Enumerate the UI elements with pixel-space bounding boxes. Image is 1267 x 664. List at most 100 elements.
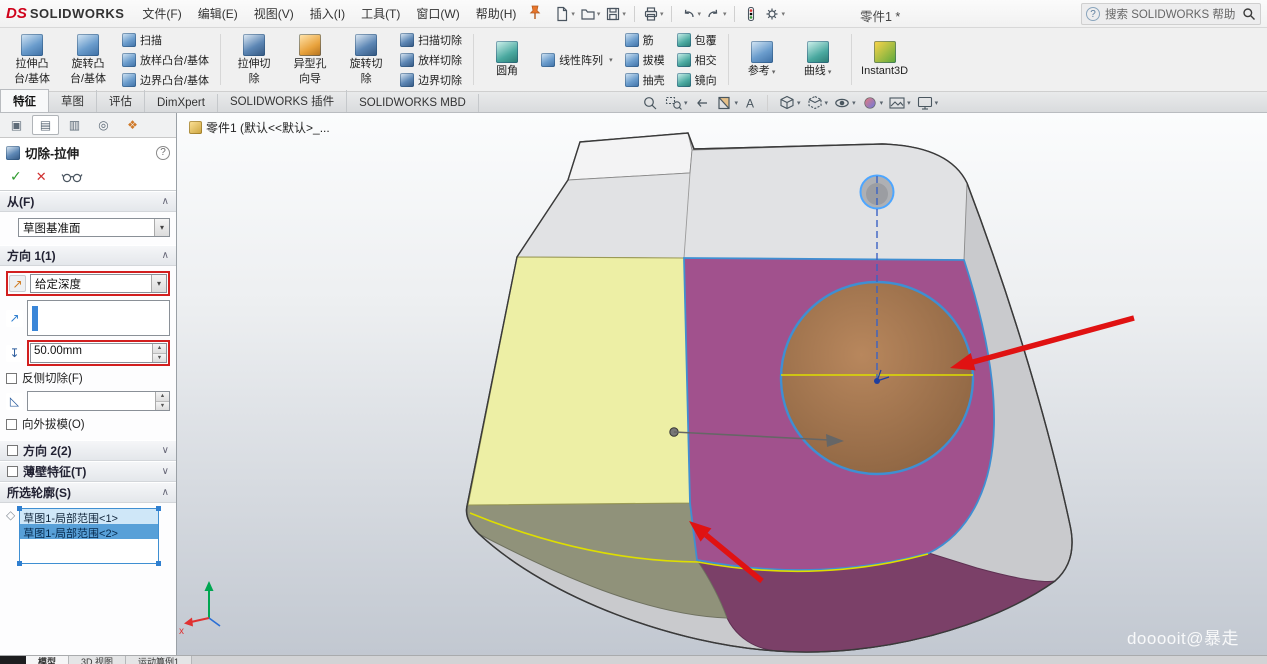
face-top-chamfer[interactable] xyxy=(568,133,692,180)
tab-features[interactable]: 特征 xyxy=(0,89,49,112)
revolved-boss-button[interactable]: 旋转凸 台/基体 xyxy=(60,30,116,89)
linear-pattern-button[interactable]: 线性阵列▾ xyxy=(537,51,617,69)
new-document-icon[interactable]: ▾ xyxy=(552,4,577,24)
thin-feature-checkbox[interactable] xyxy=(7,466,18,477)
list-item[interactable]: 草图1-局部范围<2> xyxy=(20,524,158,539)
wrap-button[interactable]: 包覆 xyxy=(673,31,721,49)
print-icon[interactable]: ▾ xyxy=(641,4,666,24)
hole-wizard-button[interactable]: 异型孔 向导 xyxy=(282,30,338,89)
menu-file[interactable]: 文件(F) xyxy=(134,1,189,26)
from-condition-dropdown[interactable]: 草图基准面 ▾ xyxy=(18,218,170,237)
undo-icon[interactable]: ▾ xyxy=(678,4,703,24)
end-condition-dropdown[interactable]: 给定深度 ▾ xyxy=(30,274,167,293)
direction1-section-header[interactable]: 方向 1(1) ∧ xyxy=(0,245,176,266)
configuration-manager-tab-icon[interactable]: ▥ xyxy=(61,115,88,135)
menu-view[interactable]: 视图(V) xyxy=(246,1,302,26)
spin-up-icon[interactable]: ▲ xyxy=(156,392,169,401)
rebuild-icon[interactable] xyxy=(741,4,761,24)
redo-icon[interactable]: ▾ xyxy=(704,4,729,24)
preview-glasses-icon[interactable] xyxy=(61,171,83,183)
extruded-cut-button[interactable]: 拉伸切 除 xyxy=(226,30,282,89)
flip-side-checkbox[interactable] xyxy=(6,373,17,384)
extruded-boss-button[interactable]: 拉伸凸 台/基体 xyxy=(4,30,60,89)
swept-cut-button[interactable]: 扫描切除 xyxy=(396,31,466,49)
lofted-cut-button[interactable]: 放样切除 xyxy=(396,51,466,69)
apply-scene-icon[interactable]: ▾ xyxy=(888,95,911,111)
view-settings-icon[interactable]: ▾ xyxy=(916,95,939,111)
boundary-boss-button[interactable]: 边界凸台/基体 xyxy=(118,71,213,89)
view-orientation-icon[interactable]: ▾ xyxy=(778,95,801,111)
tab-evaluate[interactable]: 评估 xyxy=(97,90,145,112)
draft-angle-spinner[interactable]: ▲ ▼ xyxy=(27,391,170,411)
flip-side-checkbox-row[interactable]: 反侧切除(F) xyxy=(6,370,170,386)
previous-view-icon[interactable] xyxy=(693,95,711,111)
display-manager-tab-icon[interactable]: ❖ xyxy=(119,115,146,135)
help-circle-icon[interactable]: ? xyxy=(1086,7,1100,21)
selected-contours-section-header[interactable]: 所选轮廓(S) ∧ xyxy=(0,482,176,503)
fillet-button[interactable]: 圆角 xyxy=(479,30,535,89)
options-gear-icon[interactable]: ▾ xyxy=(762,4,787,24)
draft-outward-checkbox[interactable] xyxy=(6,419,17,430)
direction-reference-box[interactable] xyxy=(27,300,170,336)
shell-button[interactable]: 抽壳 xyxy=(621,71,669,89)
model-3d[interactable]: x xyxy=(177,113,1267,655)
chevron-down-icon[interactable]: ▾ xyxy=(154,219,169,236)
draft-outward-checkbox-row[interactable]: 向外拔模(O) xyxy=(6,416,170,432)
face-yellow-sketch-region[interactable] xyxy=(468,257,690,505)
menu-help[interactable]: 帮助(H) xyxy=(468,1,525,26)
chevron-down-icon[interactable]: ▾ xyxy=(151,275,166,292)
draft-angle-value[interactable] xyxy=(28,392,155,410)
tab-solidworks-mbd[interactable]: SOLIDWORKS MBD xyxy=(347,94,479,112)
feature-manager-tree-tab-icon[interactable]: ▣ xyxy=(3,115,30,135)
section-view-icon[interactable]: ▾ xyxy=(716,95,739,111)
search-icon[interactable] xyxy=(1242,7,1256,21)
tab-motion-study[interactable]: 运动算例1 xyxy=(126,656,192,664)
menu-edit[interactable]: 编辑(E) xyxy=(190,1,246,26)
help-search-box[interactable]: ? 搜索 SOLIDWORKS 帮助 xyxy=(1081,3,1261,25)
search-input[interactable]: 搜索 SOLIDWORKS 帮助 xyxy=(1105,6,1237,22)
tab-model[interactable]: 模型 xyxy=(26,656,69,664)
instant3d-button[interactable]: Instant3D xyxy=(857,30,913,89)
direction2-checkbox[interactable] xyxy=(7,445,18,456)
swept-boss-button[interactable]: 扫描 xyxy=(118,31,213,49)
mirror-button[interactable]: 镜向 xyxy=(673,71,721,89)
tab-scroll-button[interactable] xyxy=(0,656,26,664)
rib-button[interactable]: 筋 xyxy=(621,31,669,49)
open-icon[interactable]: ▾ xyxy=(578,4,603,24)
hide-show-items-icon[interactable]: ▾ xyxy=(833,95,856,111)
display-style-icon[interactable]: ▾ xyxy=(806,95,829,111)
direction2-section-header[interactable]: 方向 2(2) ∨ xyxy=(0,440,176,461)
intersect-button[interactable]: 相交 xyxy=(673,51,721,69)
revolved-cut-button[interactable]: 旋转切 除 xyxy=(338,30,394,89)
selected-contours-list[interactable]: 草图1-局部范围<1> 草图1-局部范围<2> xyxy=(19,508,159,564)
tab-dimxpert[interactable]: DimXpert xyxy=(145,94,218,112)
menu-tools[interactable]: 工具(T) xyxy=(353,1,408,26)
boundary-cut-button[interactable]: 边界切除 xyxy=(396,71,466,89)
dimxpert-manager-tab-icon[interactable]: ◎ xyxy=(90,115,117,135)
tab-solidworks-addins[interactable]: SOLIDWORKS 插件 xyxy=(218,90,347,112)
annotations-icon[interactable]: A xyxy=(743,95,757,111)
spin-up-icon[interactable]: ▲ xyxy=(153,344,166,353)
thin-feature-section-header[interactable]: 薄壁特征(T) ∨ xyxy=(0,461,176,482)
spin-down-icon[interactable]: ▼ xyxy=(153,353,166,363)
zoom-area-icon[interactable]: ▾ xyxy=(665,95,688,111)
graphics-viewport[interactable]: x 零件1 (默认<<默认>_... dooooit@暴走 xyxy=(177,113,1267,655)
save-icon[interactable]: ▾ xyxy=(603,4,628,24)
tab-3d-views[interactable]: 3D 视图 xyxy=(69,656,126,664)
ok-check-icon[interactable]: ✓ xyxy=(10,168,22,185)
lofted-boss-button[interactable]: 放样凸台/基体 xyxy=(118,51,213,69)
depth-spinner[interactable]: 50.00mm ▲ ▼ xyxy=(30,343,167,363)
property-manager-tab-icon[interactable]: ▤ xyxy=(32,115,59,135)
cancel-x-icon[interactable]: ✕ xyxy=(36,169,47,185)
zoom-fit-icon[interactable] xyxy=(642,95,660,111)
curves-button[interactable]: 曲线▾ xyxy=(790,30,846,89)
edit-appearance-icon[interactable]: ▾ xyxy=(861,95,884,111)
from-section-header[interactable]: 从(F) ∧ xyxy=(0,191,176,212)
list-item[interactable]: 草图1-局部范围<1> xyxy=(20,509,158,524)
depth-value[interactable]: 50.00mm xyxy=(31,344,152,362)
pin-menu-icon[interactable] xyxy=(528,5,542,23)
tab-sketch[interactable]: 草图 xyxy=(49,90,97,112)
draft-button[interactable]: 拔模 xyxy=(621,51,669,69)
spin-down-icon[interactable]: ▼ xyxy=(156,401,169,411)
menu-insert[interactable]: 插入(I) xyxy=(302,1,353,26)
